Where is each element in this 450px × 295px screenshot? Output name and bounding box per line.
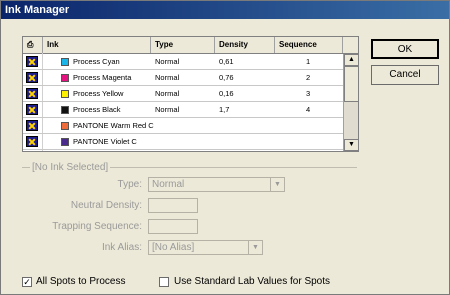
ink-sequence: 2 — [306, 73, 311, 82]
ink-swatch — [61, 138, 69, 146]
ink-type: Normal — [155, 89, 180, 98]
ink-density: 0,61 — [219, 57, 234, 66]
ink-alias-label: Ink Alias: — [101, 242, 142, 253]
table-row[interactable]: Process Magenta Normal 0,76 2 — [23, 70, 343, 86]
table-row[interactable]: Process Cyan Normal 0,61 1 — [23, 54, 343, 70]
ink-density: 0,76 — [219, 73, 234, 82]
chevron-down-icon: ▼ — [270, 178, 284, 191]
ink-alias-value: [No Alias] — [152, 242, 195, 253]
ink-sequence: 1 — [306, 57, 311, 66]
all-spots-to-process-label[interactable]: All Spots to Process — [36, 276, 125, 287]
ink-list[interactable]: ⎙ Ink Type Density Sequence Process Cyan… — [22, 36, 359, 152]
ink-type-icon[interactable] — [26, 72, 38, 83]
ink-type-icon[interactable] — [26, 88, 38, 99]
ok-button[interactable]: OK — [371, 39, 439, 59]
ink-alias-select: [No Alias] ▼ — [148, 240, 263, 255]
ink-name: PANTONE Warm Red C — [73, 121, 154, 130]
column-header-ink[interactable]: Ink — [43, 37, 151, 53]
ink-type: Normal — [155, 73, 180, 82]
neutral-density-field — [148, 198, 198, 213]
cancel-button[interactable]: Cancel — [371, 65, 439, 85]
ink-type: Normal — [155, 105, 180, 114]
trapping-sequence-field — [148, 219, 198, 234]
ink-name: PANTONE Violet C — [73, 137, 137, 146]
scroll-up-arrow-icon[interactable]: ▲ — [344, 54, 358, 66]
ink-name: Process Magenta — [73, 73, 132, 82]
group-title: [No Ink Selected] — [30, 162, 111, 173]
vertical-scrollbar[interactable]: ▲ ▼ — [343, 54, 358, 151]
ink-name: Process Black — [73, 105, 121, 114]
table-row[interactable]: Process Black Normal 1,7 4 — [23, 102, 343, 118]
use-standard-lab-values-checkbox[interactable] — [159, 277, 169, 287]
ink-sequence: 3 — [306, 89, 311, 98]
ink-type-icon[interactable] — [26, 136, 38, 147]
column-header-type[interactable]: Type — [151, 37, 215, 53]
ink-manager-dialog: Ink Manager ⎙ Ink Type Density Sequence … — [0, 0, 450, 295]
neutral-density-label: Neutral Density: — [70, 200, 142, 211]
print-icon: ⎙ — [27, 40, 34, 49]
ink-sequence: 4 — [306, 105, 311, 114]
ink-swatch — [61, 106, 69, 114]
ink-type-icon[interactable] — [26, 120, 38, 131]
ink-name: Process Yellow — [73, 89, 124, 98]
ink-type: Normal — [155, 57, 180, 66]
ink-name: Process Cyan — [73, 57, 120, 66]
ink-swatch — [61, 58, 69, 66]
ink-type-icon[interactable] — [26, 104, 38, 115]
type-label: Type: — [117, 179, 142, 190]
column-header-icon[interactable]: ⎙ — [23, 37, 43, 53]
column-header-sequence[interactable]: Sequence — [275, 37, 343, 53]
ink-list-header: ⎙ Ink Type Density Sequence — [23, 37, 358, 54]
ink-density: 0,16 — [219, 89, 234, 98]
ink-swatch — [61, 74, 69, 82]
table-row[interactable]: PANTONE Warm Red C — [23, 118, 343, 134]
chevron-down-icon: ▼ — [248, 241, 262, 254]
type-select: Normal ▼ — [148, 177, 285, 192]
type-select-value: Normal — [152, 179, 185, 190]
ink-type-icon[interactable] — [26, 56, 38, 67]
ink-density: 1,7 — [219, 105, 230, 114]
use-standard-lab-values-label[interactable]: Use Standard Lab Values for Spots — [174, 276, 330, 287]
trapping-sequence-label: Trapping Sequence: — [52, 221, 142, 232]
table-row[interactable]: Process Yellow Normal 0,16 3 — [23, 86, 343, 102]
column-header-density[interactable]: Density — [215, 37, 275, 53]
ink-details-group: [No Ink Selected] Type: Normal ▼ Neutral… — [22, 162, 357, 265]
window-title: Ink Manager — [1, 1, 449, 19]
scroll-thumb[interactable] — [344, 66, 358, 102]
ink-swatch — [61, 90, 69, 98]
table-row[interactable]: PANTONE Violet C — [23, 134, 343, 150]
scroll-down-arrow-icon[interactable]: ▼ — [344, 139, 358, 151]
all-spots-to-process-checkbox[interactable]: ✓ — [22, 277, 32, 287]
ink-swatch — [61, 122, 69, 130]
